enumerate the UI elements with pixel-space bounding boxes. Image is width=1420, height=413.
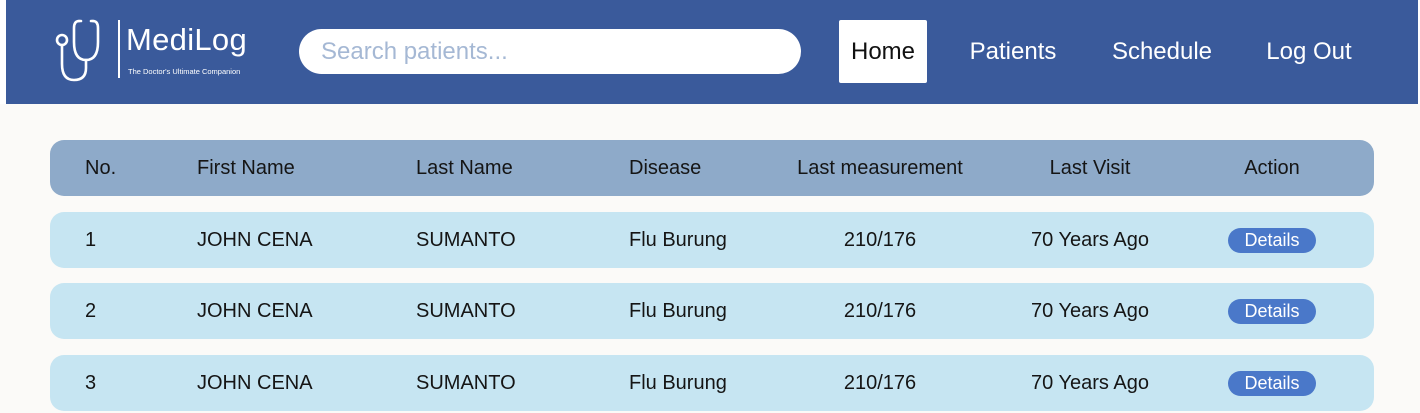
row-last-measurement: 210/176 [843, 229, 917, 251]
header-action: Action [1244, 157, 1300, 179]
table-row: 1 JOHN CENA SUMANTO Flu Burung 210/176 7… [50, 212, 1374, 268]
table-row: 3 JOHN CENA SUMANTO Flu Burung 210/176 7… [50, 355, 1374, 411]
details-button[interactable]: Details [1228, 228, 1316, 254]
nav-schedule[interactable]: Schedule [1100, 20, 1224, 83]
nav-logout[interactable]: Log Out [1256, 20, 1362, 83]
app-tagline: The Doctor's Ultimate Companion [128, 67, 241, 76]
app-name: MediLog [126, 22, 248, 57]
row-last-name: SUMANTO [416, 229, 516, 251]
row-last-name: SUMANTO [416, 372, 516, 394]
row-action: Details [1182, 212, 1362, 268]
search-input[interactable] [299, 29, 801, 74]
medilog-page: MediLog The Doctor's Ultimate Companion … [0, 0, 1420, 413]
header-last-name: Last Name [416, 157, 513, 179]
row-action: Details [1182, 355, 1362, 411]
row-no: 2 [85, 300, 97, 322]
header-disease: Disease [629, 157, 702, 179]
stethoscope-icon [55, 19, 100, 82]
nav-patients[interactable]: Patients [956, 20, 1070, 83]
row-no: 1 [85, 229, 97, 251]
row-disease: Flu Burung [629, 229, 727, 251]
row-first-name: JOHN CENA [197, 300, 313, 322]
header-last-visit: Last Visit [1049, 157, 1131, 179]
row-last-visit: 70 Years Ago [1031, 229, 1149, 251]
row-last-measurement: 210/176 [843, 372, 917, 394]
logo-divider [118, 20, 120, 78]
row-disease: Flu Burung [629, 300, 727, 322]
patients-table: No. First Name Last Name Disease Last me… [0, 104, 1420, 413]
row-no: 3 [85, 372, 97, 394]
row-last-measurement: 210/176 [843, 300, 917, 322]
top-navbar: MediLog The Doctor's Ultimate Companion … [6, 0, 1418, 104]
row-last-name: SUMANTO [416, 300, 516, 322]
row-disease: Flu Burung [629, 372, 727, 394]
row-first-name: JOHN CENA [197, 372, 313, 394]
row-action: Details [1182, 283, 1362, 339]
header-no: No. [85, 157, 117, 179]
nav-home[interactable]: Home [839, 20, 927, 83]
details-button[interactable]: Details [1228, 371, 1316, 397]
table-row: 2 JOHN CENA SUMANTO Flu Burung 210/176 7… [50, 283, 1374, 339]
row-last-visit: 70 Years Ago [1031, 372, 1149, 394]
details-button[interactable]: Details [1228, 299, 1316, 325]
row-first-name: JOHN CENA [197, 229, 313, 251]
row-last-visit: 70 Years Ago [1031, 300, 1149, 322]
table-header: No. First Name Last Name Disease Last me… [50, 140, 1374, 196]
header-last-measurement: Last measurement [797, 157, 963, 179]
header-first-name: First Name [197, 157, 295, 179]
